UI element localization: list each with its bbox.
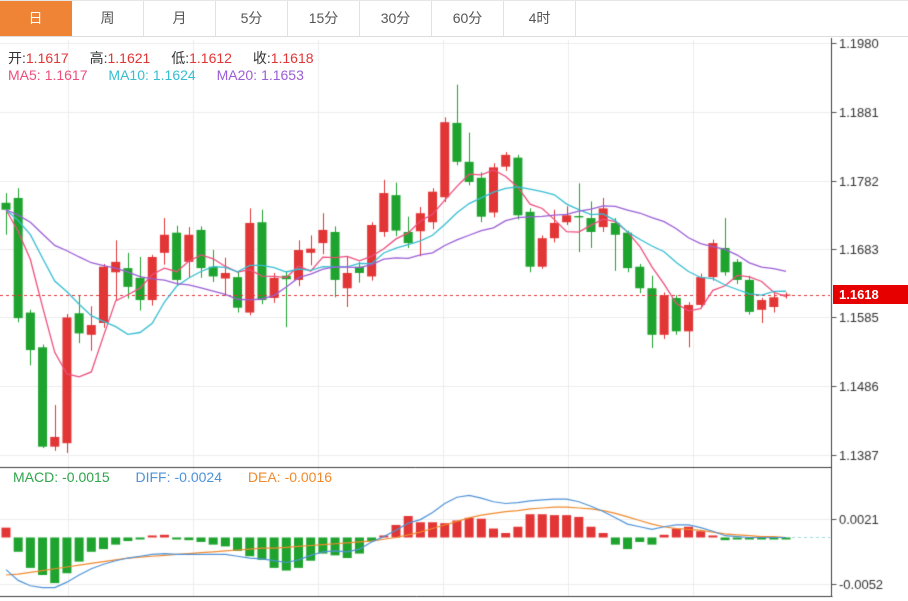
diff-value-legend: DIFF:-0.0024 bbox=[136, 469, 222, 485]
ohlc-legend: 开:1.1617 高:1.1621 低:1.1612 收:1.1618 bbox=[8, 48, 331, 68]
tab-4hour[interactable]: 4时 bbox=[504, 1, 576, 36]
open-legend: 开:1.1617 bbox=[8, 50, 69, 66]
ma20-legend: MA20:1.1653 bbox=[217, 67, 304, 83]
trading-chart-page: { "header": { "tabs": [ {"name":"tab-day… bbox=[0, 0, 908, 601]
tab-day[interactable]: 日 bbox=[0, 1, 72, 36]
high-legend: 高:1.1621 bbox=[90, 50, 151, 66]
close-legend: 收:1.1618 bbox=[253, 50, 314, 66]
macd-legend: MACD:-0.0015 DIFF:-0.0024 DEA:-0.0016 bbox=[13, 469, 354, 485]
tab-30min[interactable]: 30分 bbox=[360, 1, 432, 36]
tab-5min[interactable]: 5分 bbox=[216, 1, 288, 36]
macd-value-legend: MACD:-0.0015 bbox=[13, 469, 110, 485]
tab-15min[interactable]: 15分 bbox=[288, 1, 360, 36]
low-legend: 低:1.1612 bbox=[171, 50, 232, 66]
ma10-legend: MA10:1.1624 bbox=[108, 67, 195, 83]
candlestick-macd-chart-canvas bbox=[0, 0, 908, 601]
tab-month[interactable]: 月 bbox=[144, 1, 216, 36]
ma-legend: MA5:1.1617 MA10:1.1624 MA20:1.1653 bbox=[8, 67, 321, 83]
dea-value-legend: DEA:-0.0016 bbox=[248, 469, 332, 485]
interval-tab-bar: 日周月5分15分30分60分4时 bbox=[0, 0, 908, 37]
current-price-badge: 1.1618 bbox=[833, 285, 908, 304]
tab-60min[interactable]: 60分 bbox=[432, 1, 504, 36]
tab-week[interactable]: 周 bbox=[72, 1, 144, 36]
ma5-legend: MA5:1.1617 bbox=[8, 67, 88, 83]
